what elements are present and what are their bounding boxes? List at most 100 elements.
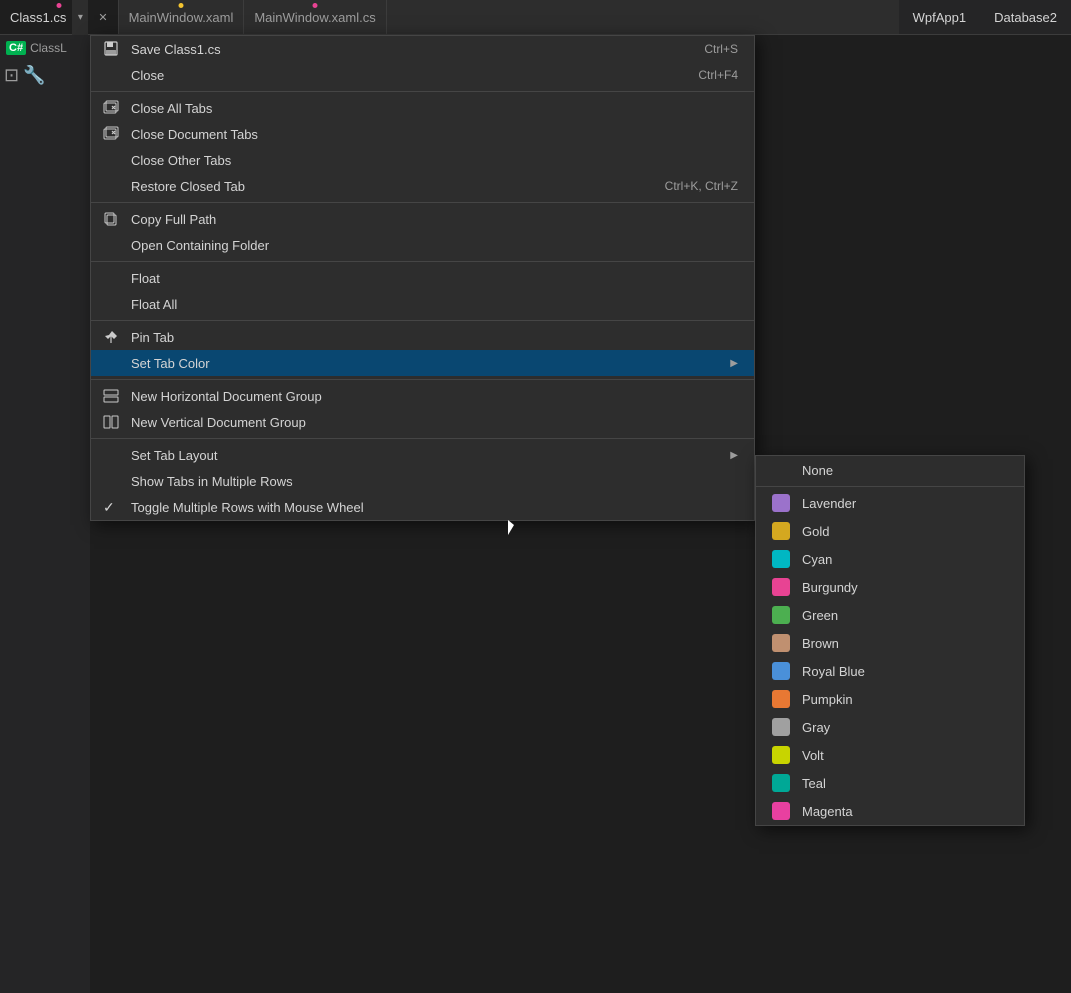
tab-spacer bbox=[387, 0, 899, 34]
menu-label: Close bbox=[131, 68, 164, 83]
color-item-cyan[interactable]: Cyan bbox=[756, 545, 1024, 573]
menu-label: Pin Tab bbox=[131, 330, 174, 345]
vertical-group-icon bbox=[101, 412, 121, 432]
menu-item-new-horizontal-group[interactable]: New Horizontal Document Group bbox=[91, 383, 754, 409]
sidebar-class-label: ClassL bbox=[30, 41, 67, 55]
menu-item-close[interactable]: Close Ctrl+F4 bbox=[91, 62, 754, 88]
tab-bar: Class1.cs ▾ ✕ MainWindow.xaml MainWindow… bbox=[0, 0, 1071, 35]
color-item-royal-blue[interactable]: Royal Blue bbox=[756, 657, 1024, 685]
tab-dropdown-arrow[interactable]: ▾ bbox=[72, 0, 88, 35]
tab-indicator-pink2 bbox=[313, 3, 318, 8]
mouse-cursor bbox=[508, 520, 520, 540]
color-item-green[interactable]: Green bbox=[756, 601, 1024, 629]
tab-label: MainWindow.xaml bbox=[129, 10, 234, 25]
color-item-burgundy[interactable]: Burgundy bbox=[756, 573, 1024, 601]
menu-label: Open Containing Folder bbox=[131, 238, 269, 253]
menu-item-restore-closed-tab[interactable]: Restore Closed Tab Ctrl+K, Ctrl+Z bbox=[91, 173, 754, 199]
tab-wpfapp1[interactable]: WpfApp1 bbox=[899, 0, 980, 34]
menu-item-save[interactable]: Save Class1.cs Ctrl+S bbox=[91, 36, 754, 62]
horizontal-group-icon bbox=[101, 386, 121, 406]
copy-icon bbox=[101, 209, 121, 229]
color-label: Burgundy bbox=[802, 580, 858, 595]
menu-label: Float bbox=[131, 271, 160, 286]
color-label: Lavender bbox=[802, 496, 856, 511]
menu-item-pin-tab[interactable]: Pin Tab bbox=[91, 324, 754, 350]
menu-item-open-folder[interactable]: Open Containing Folder bbox=[91, 232, 754, 258]
menu-item-close-all-tabs[interactable]: Close All Tabs bbox=[91, 95, 754, 121]
color-label: Brown bbox=[802, 636, 839, 651]
sidebar-icons: ⊡ 🔧 bbox=[4, 65, 86, 86]
color-item-lavender[interactable]: Lavender bbox=[756, 489, 1024, 517]
menu-item-float-all[interactable]: Float All bbox=[91, 291, 754, 317]
color-swatch-brown bbox=[772, 634, 790, 652]
tab-mainwindow-xaml[interactable]: MainWindow.xaml bbox=[119, 0, 245, 34]
menu-item-set-tab-layout[interactable]: Set Tab Layout ▶ bbox=[91, 442, 754, 468]
menu-item-toggle-multiple-rows[interactable]: ✓ Toggle Multiple Rows with Mouse Wheel bbox=[91, 494, 754, 520]
menu-label: Show Tabs in Multiple Rows bbox=[131, 474, 293, 489]
sidebar-icon1: ⊡ bbox=[4, 65, 19, 86]
color-swatch-gray bbox=[772, 718, 790, 736]
color-item-magenta[interactable]: Magenta bbox=[756, 797, 1024, 825]
sidebar-icon2: 🔧 bbox=[23, 65, 45, 86]
context-menu: Save Class1.cs Ctrl+S Close Ctrl+F4 Clos… bbox=[90, 35, 755, 521]
menu-separator-4 bbox=[91, 320, 754, 321]
tab-mainwindow-xaml-cs[interactable]: MainWindow.xaml.cs bbox=[244, 0, 386, 34]
color-swatch-green bbox=[772, 606, 790, 624]
checkmark-icon: ✓ bbox=[103, 499, 115, 516]
menu-item-close-other-tabs[interactable]: Close Other Tabs bbox=[91, 147, 754, 173]
menu-item-close-document-tabs[interactable]: Close Document Tabs bbox=[91, 121, 754, 147]
menu-label: New Horizontal Document Group bbox=[131, 389, 322, 404]
color-separator bbox=[756, 486, 1024, 487]
color-item-none[interactable]: None bbox=[756, 456, 1024, 484]
menu-label: Copy Full Path bbox=[131, 212, 216, 227]
color-label: Magenta bbox=[802, 804, 853, 819]
color-label: None bbox=[802, 463, 833, 478]
menu-label: Close All Tabs bbox=[131, 101, 212, 116]
color-swatch-gold bbox=[772, 522, 790, 540]
color-submenu: None Lavender Gold Cyan Burgundy Green B… bbox=[755, 455, 1025, 826]
menu-label: Close Document Tabs bbox=[131, 127, 258, 142]
color-label: Cyan bbox=[802, 552, 832, 567]
tab-close-button[interactable]: ✕ bbox=[98, 11, 107, 24]
color-item-brown[interactable]: Brown bbox=[756, 629, 1024, 657]
tab-database2[interactable]: Database2 bbox=[980, 0, 1071, 34]
menu-separator-2 bbox=[91, 202, 754, 203]
color-label: Green bbox=[802, 608, 838, 623]
menu-label: New Vertical Document Group bbox=[131, 415, 306, 430]
menu-shortcut: Ctrl+K, Ctrl+Z bbox=[625, 179, 738, 193]
tab-class1cs[interactable]: Class1.cs ▾ ✕ bbox=[0, 0, 119, 34]
color-item-gray[interactable]: Gray bbox=[756, 713, 1024, 741]
color-swatch-teal bbox=[772, 774, 790, 792]
color-swatch-royal-blue bbox=[772, 662, 790, 680]
menu-label: Set Tab Color bbox=[131, 356, 210, 371]
menu-separator-3 bbox=[91, 261, 754, 262]
color-label: Pumpkin bbox=[802, 692, 853, 707]
submenu-arrow-icon2: ▶ bbox=[710, 450, 738, 461]
tab-indicator-yellow bbox=[178, 3, 183, 8]
tab-label: Class1.cs bbox=[10, 10, 66, 25]
menu-item-float[interactable]: Float bbox=[91, 265, 754, 291]
menu-label: Save Class1.cs bbox=[131, 42, 221, 57]
menu-item-new-vertical-group[interactable]: New Vertical Document Group bbox=[91, 409, 754, 435]
sidebar-header: C# ClassL bbox=[4, 39, 86, 57]
color-item-pumpkin[interactable]: Pumpkin bbox=[756, 685, 1024, 713]
menu-item-set-tab-color[interactable]: Set Tab Color ▶ bbox=[91, 350, 754, 376]
color-label: Volt bbox=[802, 748, 824, 763]
pin-icon bbox=[101, 327, 121, 347]
menu-item-show-tabs-multiple-rows[interactable]: Show Tabs in Multiple Rows bbox=[91, 468, 754, 494]
tab-label: Database2 bbox=[994, 10, 1057, 25]
color-label: Gray bbox=[802, 720, 830, 735]
color-item-gold[interactable]: Gold bbox=[756, 517, 1024, 545]
menu-shortcut: Ctrl+S bbox=[664, 42, 738, 56]
color-label: Gold bbox=[802, 524, 829, 539]
color-item-volt[interactable]: Volt bbox=[756, 741, 1024, 769]
color-swatch-lavender bbox=[772, 494, 790, 512]
color-label: Teal bbox=[802, 776, 826, 791]
submenu-arrow-icon: ▶ bbox=[710, 358, 738, 369]
color-swatch-none bbox=[772, 461, 790, 479]
menu-label: Float All bbox=[131, 297, 177, 312]
menu-label: Close Other Tabs bbox=[131, 153, 231, 168]
menu-item-copy-full-path[interactable]: Copy Full Path bbox=[91, 206, 754, 232]
color-item-teal[interactable]: Teal bbox=[756, 769, 1024, 797]
tab-label: MainWindow.xaml.cs bbox=[254, 10, 375, 25]
